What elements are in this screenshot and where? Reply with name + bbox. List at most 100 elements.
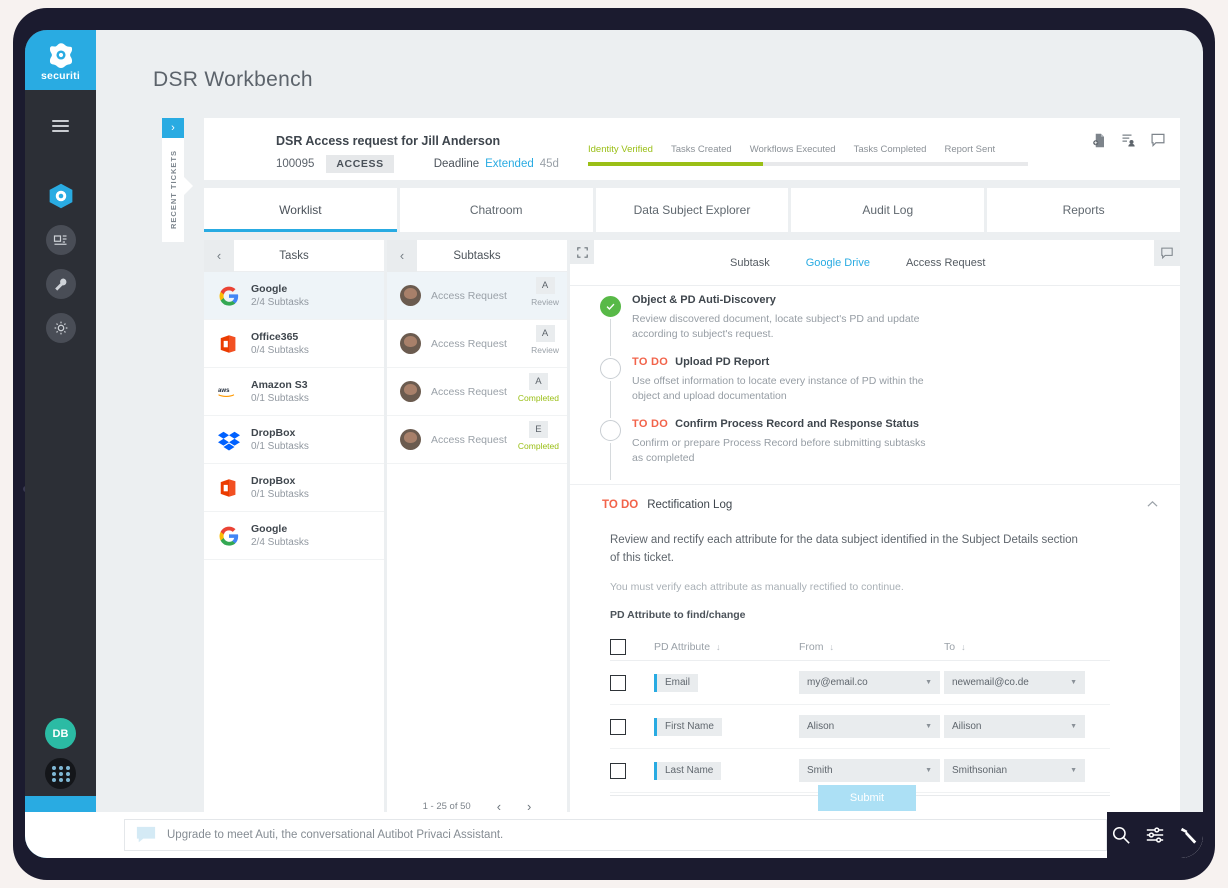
grid-dot	[51, 771, 56, 776]
row-checkbox[interactable]	[610, 718, 654, 735]
tab-reports[interactable]: Reports	[987, 188, 1180, 232]
step-identity-verified[interactable]: Identity Verified	[588, 144, 653, 155]
task-list-item[interactable]: Office365 0/4 Subtasks	[204, 320, 384, 368]
subtask-name: Access Request	[431, 289, 507, 302]
detail-comment-button[interactable]	[1154, 240, 1180, 266]
avatar-initials: DB	[52, 727, 69, 740]
subtask-name: Access Request	[431, 385, 507, 398]
column-header-pd-attribute[interactable]: PD Attribute ↓	[654, 641, 799, 653]
app-grid-button[interactable]	[45, 758, 76, 789]
task-list-item[interactable]: aws Amazon S3 0/1 Subtasks	[204, 368, 384, 416]
deadline-status[interactable]: Extended	[485, 158, 534, 170]
select-all-checkbox[interactable]	[610, 638, 654, 655]
to-dropdown[interactable]: Smithsonian ▼	[944, 759, 1085, 782]
nav-item-dashboard[interactable]	[25, 174, 96, 218]
avatar[interactable]: DB	[45, 718, 76, 749]
subtask-list-item[interactable]: Access Request A Review	[387, 320, 567, 368]
expand-button[interactable]	[570, 240, 594, 264]
add-document-icon[interactable]	[1092, 133, 1107, 148]
chevron-up-icon[interactable]	[1147, 499, 1158, 511]
task-list-item[interactable]: DropBox 0/1 Subtasks	[204, 464, 384, 512]
left-nav-rail: securiti DB	[25, 30, 96, 858]
nav-item-settings[interactable]	[25, 306, 96, 350]
step-status-empty-icon[interactable]	[600, 358, 621, 379]
row-checkbox[interactable]	[610, 674, 654, 691]
task-name: Google	[251, 523, 288, 535]
search-icon[interactable]	[1111, 825, 1131, 845]
task-list-item[interactable]: Google 2/4 Subtasks	[204, 512, 384, 560]
step-tasks-created[interactable]: Tasks Created	[671, 144, 732, 155]
column-header-from[interactable]: From ↓	[799, 641, 944, 653]
subtask-badge: A	[535, 325, 555, 342]
task-list-item[interactable]: DropBox 0/1 Subtasks	[204, 416, 384, 464]
table-row: First Name Alison ▼ Ailison ▼	[610, 705, 1110, 749]
cell-to: newemail@co.de ▼	[944, 671, 1094, 694]
from-value: Smith	[807, 765, 833, 776]
nav-item-assets[interactable]	[25, 218, 96, 262]
submit-button[interactable]: Submit	[818, 785, 916, 811]
subtask-list-item[interactable]: Access Request A Review	[387, 272, 567, 320]
step-header: TO DO Confirm Process Record and Respons…	[632, 418, 1180, 430]
subtasks-pane-header: ‹ Subtasks	[387, 239, 567, 272]
tab-chatroom[interactable]: Chatroom	[399, 188, 593, 232]
subtask-avatar	[400, 285, 421, 306]
page-title: DSR Workbench	[153, 68, 313, 91]
screen: securiti DB DSR Workbench › RECENT TICKE…	[25, 30, 1203, 858]
assistant-input[interactable]: Upgrade to meet Auti, the conversational…	[124, 819, 1107, 851]
filter-sliders-icon[interactable]	[1145, 825, 1165, 845]
breadcrumb-subtask: Subtask	[730, 257, 770, 269]
step-status-empty-icon[interactable]	[600, 420, 621, 441]
tab-data-subject-explorer[interactable]: Data Subject Explorer	[595, 188, 789, 232]
sort-down-icon: ↓	[716, 641, 721, 652]
subtask-list-item[interactable]: Access Request A Completed	[387, 368, 567, 416]
grid-dot	[65, 765, 70, 770]
brand-name: securiti	[41, 70, 80, 82]
rectification-note: You must verify each attribute as manual…	[610, 581, 904, 593]
subtask-badge: E	[528, 421, 548, 438]
cell-from: Smith ▼	[799, 759, 944, 782]
rectification-header[interactable]: TO DO Rectification Log	[602, 499, 1156, 511]
grid-dot	[51, 777, 56, 782]
subtask-list-item[interactable]: Access Request E Completed	[387, 416, 567, 464]
chat-bubble-icon	[136, 826, 156, 843]
hexagon-icon	[46, 181, 76, 211]
subtask-badge: A	[528, 373, 548, 390]
assign-user-icon[interactable]	[1121, 133, 1136, 148]
row-checkbox[interactable]	[610, 762, 654, 779]
from-dropdown[interactable]: my@email.co ▼	[799, 671, 940, 694]
breadcrumb-source-link[interactable]: Google Drive	[806, 257, 870, 269]
rectification-paragraph: Review and rectify each attribute for th…	[610, 534, 1078, 564]
stepper-labels: Identity Verified Tasks Created Workflow…	[588, 144, 1038, 155]
comment-icon[interactable]	[1150, 132, 1166, 148]
brand-logo[interactable]: securiti	[25, 30, 96, 90]
grid-dot	[58, 771, 63, 776]
subtask-avatar	[400, 381, 421, 402]
hammer-icon[interactable]	[1179, 825, 1199, 845]
attribute-tag: Email	[654, 673, 699, 692]
step-tasks-completed[interactable]: Tasks Completed	[854, 144, 927, 155]
to-dropdown[interactable]: Ailison ▼	[944, 715, 1085, 738]
tab-audit-log[interactable]: Audit Log	[791, 188, 985, 232]
tab-worklist[interactable]: Worklist	[204, 188, 397, 232]
chevron-down-icon: ▼	[1070, 679, 1077, 686]
recent-tickets-tab[interactable]: › RECENT TICKETS	[162, 118, 193, 243]
attribute-tag: Last Name	[654, 761, 722, 780]
chevron-right-icon[interactable]: ›	[162, 118, 184, 138]
deadline-group: Deadline Extended 45d	[434, 158, 559, 170]
tasks-pane: ‹ Tasks Google 2/4 Subtasks Office365 0/…	[204, 239, 384, 823]
cell-to: Smithsonian ▼	[944, 759, 1094, 782]
to-dropdown[interactable]: newemail@co.de ▼	[944, 671, 1085, 694]
subtasks-back-button[interactable]: ‹	[387, 239, 417, 272]
task-list-item[interactable]: Google 2/4 Subtasks	[204, 272, 384, 320]
grid-dot	[51, 765, 56, 770]
step-workflows-executed[interactable]: Workflows Executed	[750, 144, 836, 155]
step-report-sent[interactable]: Report Sent	[944, 144, 995, 155]
chevron-down-icon: ▼	[925, 767, 932, 774]
bottom-bar: Upgrade to meet Auti, the conversational…	[25, 812, 1203, 858]
from-dropdown[interactable]: Alison ▼	[799, 715, 940, 738]
from-dropdown[interactable]: Smith ▼	[799, 759, 940, 782]
menu-toggle-button[interactable]	[25, 104, 96, 148]
column-header-to[interactable]: To ↓	[944, 641, 1094, 653]
tasks-back-button[interactable]: ‹	[204, 239, 234, 272]
nav-item-tools[interactable]	[25, 262, 96, 306]
